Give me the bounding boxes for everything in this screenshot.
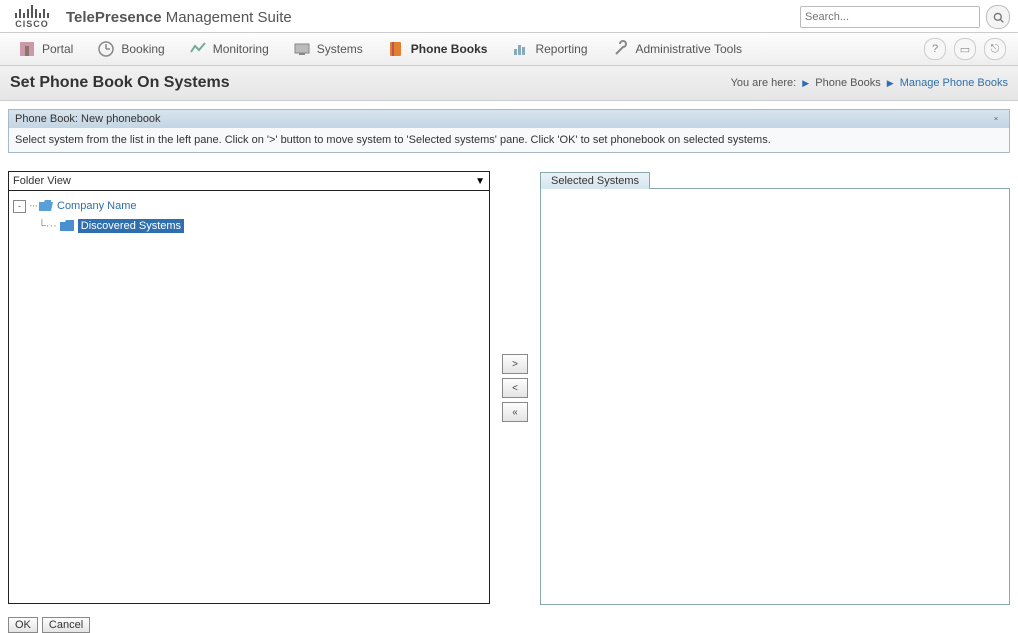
dropdown-caret-icon: ▼ [475,176,485,187]
tree-node-company[interactable]: Company Name [57,200,136,212]
move-all-left-button[interactable]: « [502,402,528,422]
nav-label: Phone Books [411,42,488,56]
chevron-right-icon: ▶ [887,78,894,88]
cancel-button[interactable]: Cancel [42,617,90,633]
admin-tools-icon [612,40,630,58]
cisco-bars-icon [15,4,49,18]
nav-label: Reporting [535,42,587,56]
info-panel-body: Select system from the list in the left … [9,128,1009,152]
selected-systems-tab[interactable]: Selected Systems [540,172,650,189]
nav-label: Administrative Tools [636,42,743,56]
systems-icon [293,40,311,58]
help-button[interactable]: ? [924,38,946,60]
search-button[interactable] [986,5,1010,29]
folder-view-dropdown[interactable]: Folder View ▼ [8,171,490,191]
logout-icon: ⎋ [991,43,1000,56]
info-panel: Phone Book: New phonebook ⌄ ⌃ Select sys… [8,109,1010,153]
move-buttons: > < « [498,171,532,605]
info-panel-title: Phone Book: New phonebook [15,113,161,125]
breadcrumb-phone-books: Phone Books [815,77,880,89]
folder-open-icon [39,200,53,212]
folder-panel: Folder View ▼ - ··· Company Name └··· Di… [8,171,490,605]
ok-button[interactable]: OK [8,617,38,633]
main-nav: Portal Booking Monitoring Systems Phone … [0,32,1018,66]
action-buttons: OK Cancel [0,613,1018,633]
tree-collapse-button[interactable]: - [13,200,26,213]
folder-tree: - ··· Company Name └··· Discovered Syste… [8,191,490,604]
nav-phone-books[interactable]: Phone Books [375,33,500,65]
breadcrumb-prefix: You are here: [731,77,797,89]
nav-label: Systems [317,42,363,56]
cisco-logo-text: CISCO [15,19,49,29]
page-title-bar: Set Phone Book On Systems You are here: … [0,66,1018,101]
main-content: Folder View ▼ - ··· Company Name └··· Di… [0,153,1018,613]
page-title: Set Phone Book On Systems [10,74,230,92]
phone-books-icon [387,40,405,58]
chevron-right-icon: ▶ [802,78,809,88]
search-input[interactable] [800,6,980,28]
folder-view-label: Folder View [13,175,71,187]
app-header: CISCO TelePresence Management Suite [0,0,1018,32]
nav-label: Monitoring [213,42,269,56]
selected-systems-body [540,188,1010,605]
move-left-button[interactable]: < [502,378,528,398]
breadcrumb-manage-phone-books[interactable]: Manage Phone Books [900,77,1008,89]
info-panel-header: Phone Book: New phonebook ⌄ ⌃ [9,110,1009,128]
collapse-toggle[interactable]: ⌄ ⌃ [989,114,1003,124]
nav-label: Portal [42,42,73,56]
nav-reporting[interactable]: Reporting [499,33,599,65]
tree-node-discovered-systems[interactable]: Discovered Systems [78,219,184,233]
nav-systems[interactable]: Systems [281,33,375,65]
tree-root-row: - ··· Company Name [13,197,485,215]
nav-utilities: ? ▭ ⎋ [924,38,1012,60]
nav-booking[interactable]: Booking [85,33,176,65]
window-button[interactable]: ▭ [954,38,976,60]
nav-label: Booking [121,42,164,56]
nav-admin-tools[interactable]: Administrative Tools [600,33,755,65]
move-right-button[interactable]: > [502,354,528,374]
cisco-logo: CISCO [8,4,56,30]
booking-icon [97,40,115,58]
portal-icon [18,40,36,58]
nav-monitoring[interactable]: Monitoring [177,33,281,65]
reporting-icon [511,40,529,58]
folder-icon [60,220,74,232]
help-icon: ? [932,43,938,55]
nav-portal[interactable]: Portal [6,33,85,65]
app-title: TelePresence Management Suite [66,9,292,26]
window-icon: ▭ [960,43,970,56]
chevron-up-icon: ⌃ [993,119,1000,124]
search-icon [993,12,1004,23]
tree-connector: ··· [29,200,37,212]
tree-child-row: └··· Discovered Systems [33,217,485,235]
breadcrumb: You are here: ▶ Phone Books ▶ Manage Pho… [731,77,1008,89]
logout-button[interactable]: ⎋ [984,38,1006,60]
tree-connector: └··· [38,220,57,232]
selected-panel: Selected Systems [540,171,1010,605]
monitoring-icon [189,40,207,58]
